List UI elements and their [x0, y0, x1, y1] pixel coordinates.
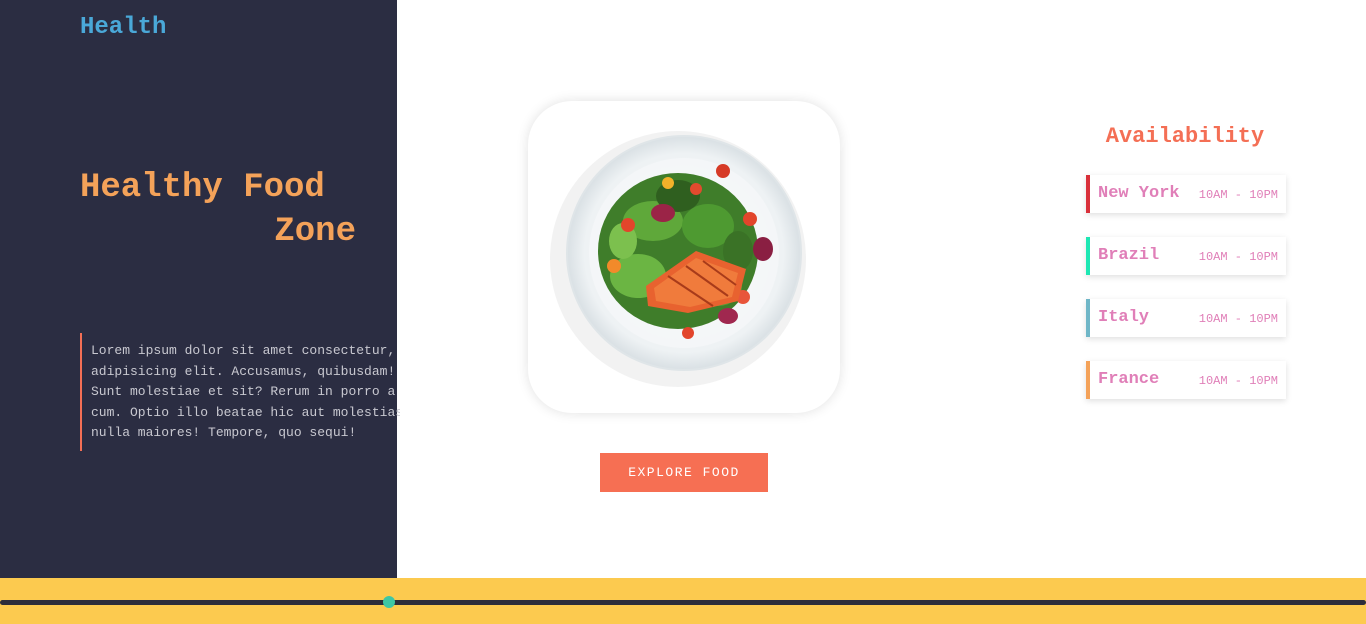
hero-description: Lorem ipsum dolor sit amet consectetur, …: [80, 333, 400, 451]
description-line: adipisicing elit. Accusamus, quibusdam!: [91, 363, 396, 379]
city-name: Italy: [1098, 308, 1150, 327]
opening-hours: 10AM - 10PM: [1198, 188, 1278, 202]
hero-title-line1: Healthy Food: [80, 169, 325, 207]
brand-logo[interactable]: Health: [80, 14, 166, 41]
hero-title-line2: Zone: [274, 213, 356, 251]
availability-title: Availability: [1105, 124, 1265, 149]
availability-item-brazil: Brazil 10AM - 10PM: [1086, 237, 1286, 275]
city-name: France: [1098, 370, 1160, 389]
availability-item-italy: Italy 10AM - 10PM: [1086, 299, 1286, 337]
city-name: New York: [1098, 184, 1180, 203]
food-image-card: [528, 101, 840, 413]
slider-track[interactable]: [0, 600, 1366, 605]
availability-item-new-york: New York 10AM - 10PM: [1086, 175, 1286, 213]
city-name: Brazil: [1098, 246, 1160, 265]
availability-item-france: France 10AM - 10PM: [1086, 361, 1286, 399]
description-line: Lorem ipsum dolor sit amet consectetur,: [91, 343, 396, 358]
availability-list: New York 10AM - 10PM Brazil 10AM - 10PM …: [1086, 175, 1286, 423]
description-line: nulla maiores! Tempore, quo sequi!: [91, 425, 357, 440]
sidebar: Health Healthy Food Zone Lorem ipsum dol…: [0, 0, 400, 578]
explore-food-button[interactable]: EXPLORE FOOD: [600, 453, 768, 492]
opening-hours: 10AM - 10PM: [1198, 250, 1278, 264]
opening-hours: 10AM - 10PM: [1198, 312, 1278, 326]
description-line: Sunt molestiae et sit? Rerum in porro a: [91, 384, 396, 399]
slider-thumb[interactable]: [383, 596, 395, 608]
hero-title: Healthy Food Zone: [80, 166, 380, 254]
opening-hours: 10AM - 10PM: [1198, 374, 1278, 388]
description-line: cum. Optio illo beatae hic aut molestias: [91, 404, 400, 420]
salmon-salad-plate-image: [550, 131, 806, 387]
